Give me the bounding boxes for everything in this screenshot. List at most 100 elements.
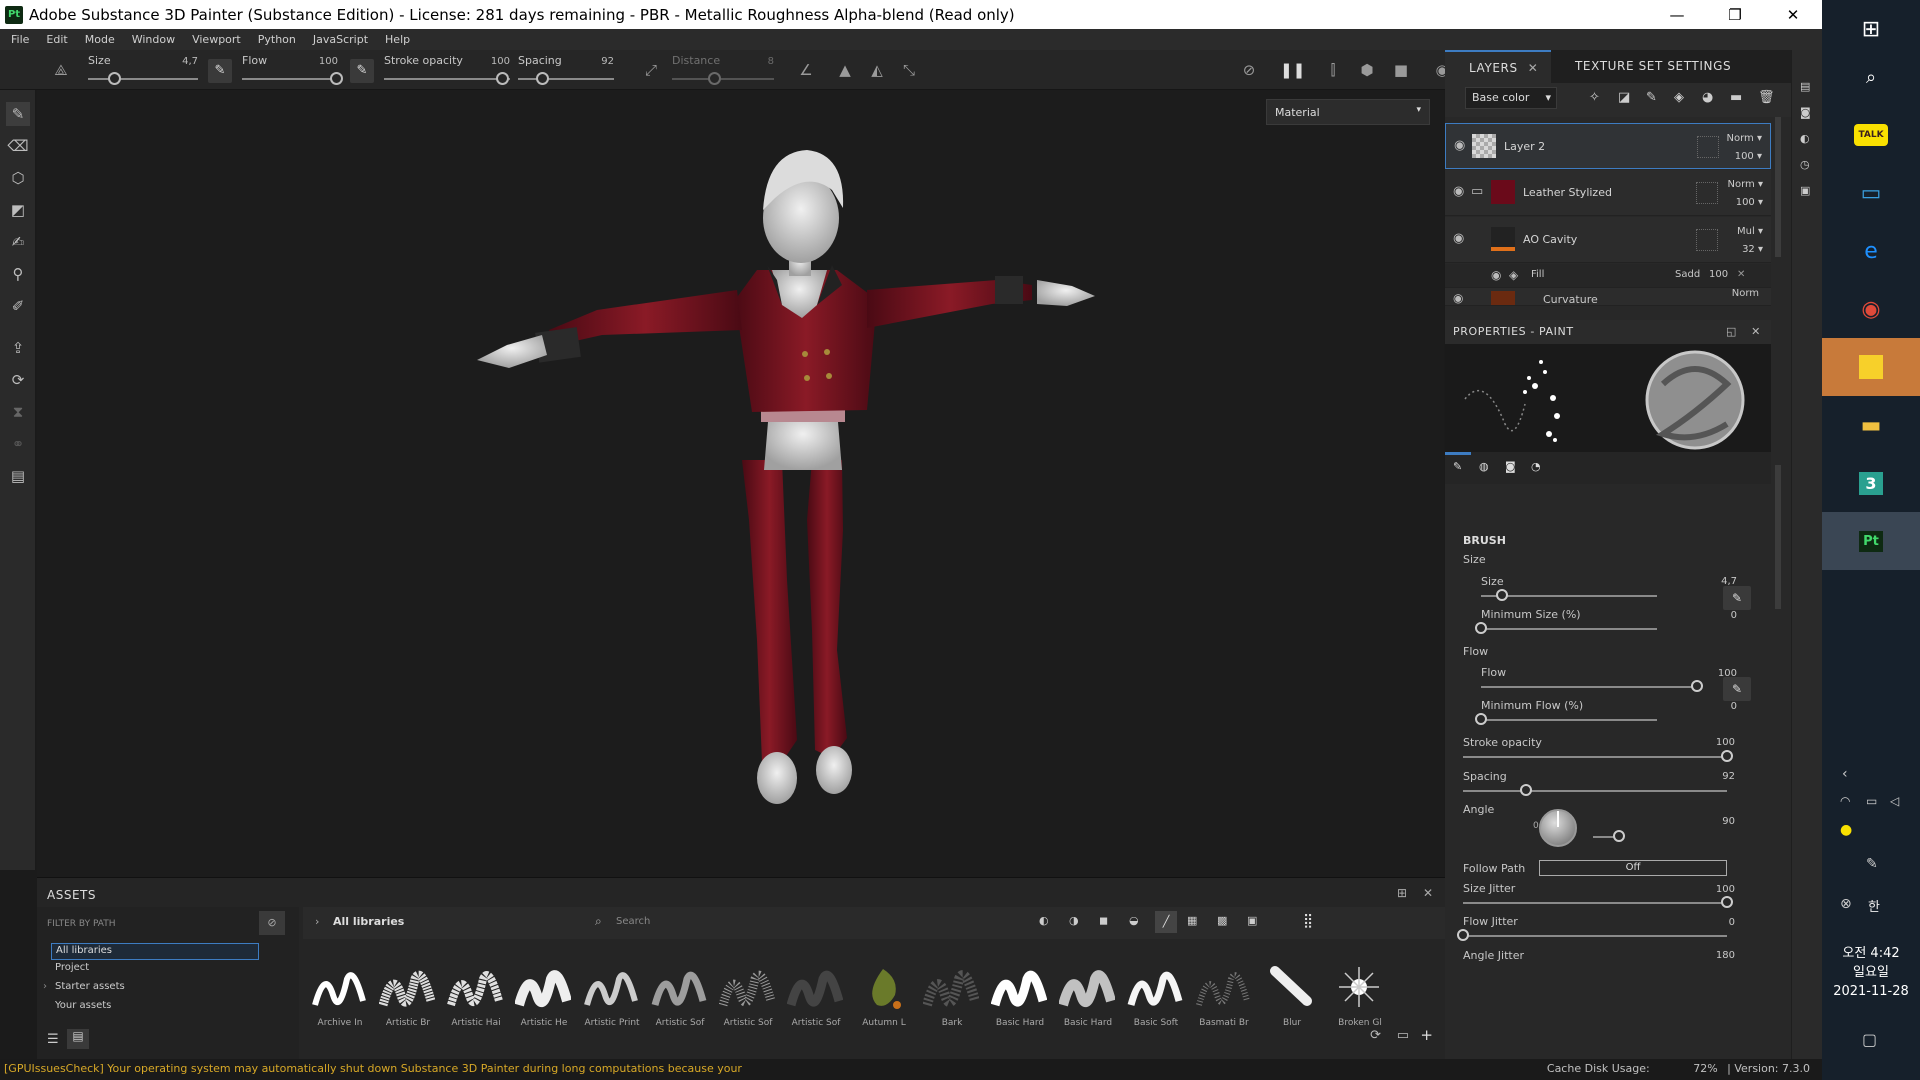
menu-javascript[interactable]: JavaScript — [306, 33, 378, 46]
slider-knob[interactable] — [1721, 896, 1733, 908]
clock[interactable]: 오전 4:42 일요일 2021-11-28 — [1822, 944, 1920, 1001]
close-icon[interactable]: ✕ — [1764, 6, 1822, 24]
material-tab-icon[interactable]: ◍ — [1479, 460, 1489, 473]
asset-thumb[interactable]: Artistic Br — [377, 962, 437, 1040]
flow-pressure-button[interactable]: ✎ — [1723, 677, 1751, 701]
asset-thumb[interactable]: Basic Hard — [1057, 962, 1117, 1040]
status-warning[interactable]: [GPUIssuesCheck] Your operating system m… — [4, 1062, 742, 1075]
measure-icon[interactable]: ⟳ — [6, 368, 30, 392]
brush-filter-icon[interactable]: ╱ — [1155, 911, 1177, 933]
add-folder-icon[interactable]: ▬ — [1730, 90, 1742, 105]
tree-view-icon[interactable]: ▤ — [67, 1029, 89, 1049]
smudge-icon[interactable]: ✍ — [6, 230, 30, 254]
refresh-icon[interactable]: ⟳ — [1370, 1028, 1381, 1043]
viewport-mode-select[interactable]: Material ▾ — [1266, 99, 1430, 125]
history-icon[interactable]: ◷ — [1800, 158, 1810, 171]
texture-filter-icon[interactable]: ▦ — [1187, 914, 1197, 927]
color-picker-icon[interactable]: ✐ — [6, 294, 30, 318]
battery-icon[interactable]: ▭ — [1866, 794, 1877, 808]
menu-file[interactable]: File — [4, 33, 39, 46]
layer-blend[interactable]: Mul ▾ 32 ▾ — [1737, 223, 1763, 259]
menu-viewport[interactable]: Viewport — [185, 33, 251, 46]
add-paint-layer-icon[interactable]: ✎ — [1646, 90, 1657, 105]
asset-thumb[interactable]: Artistic Hai — [445, 962, 505, 1040]
geometry-fill-icon[interactable]: ◩ — [6, 198, 30, 222]
close-panel-icon[interactable]: ✕ — [1423, 886, 1433, 900]
slider-knob[interactable] — [1475, 713, 1487, 725]
network-icon[interactable]: ◠ — [1840, 794, 1850, 808]
flow-pen-pressure-button[interactable]: ✎ — [350, 59, 374, 83]
layers-dock-icon[interactable]: ▤ — [1800, 80, 1810, 93]
flow-jitter-value[interactable]: 0 — [1695, 917, 1735, 928]
slider-knob[interactable] — [1457, 929, 1469, 941]
substance-painter-icon[interactable]: Pt — [1822, 512, 1920, 570]
layer-blend[interactable]: Norm ▾ 100 ▾ — [1727, 130, 1762, 166]
asset-thumb[interactable]: Basmati Br — [1193, 962, 1253, 1040]
stroke-opacity-slider[interactable] — [1463, 756, 1727, 758]
environment-filter-icon[interactable]: ▣ — [1247, 914, 1257, 927]
asset-thumb[interactable]: Bark — [921, 962, 981, 1040]
hide-filter-icon[interactable]: ⊘ — [259, 911, 285, 935]
minimize-icon[interactable]: — — [1648, 6, 1706, 24]
alpha-tab-icon[interactable]: ◔ — [1531, 460, 1541, 473]
grid-view-icon[interactable]: ⣿ — [1303, 913, 1313, 929]
symmetry-icon[interactable]: ▲ — [834, 61, 856, 79]
asset-thumb[interactable]: Artistic Print — [581, 962, 641, 1040]
asset-thumb[interactable]: Artistic He — [513, 962, 573, 1040]
asset-thumb[interactable]: Basic Hard — [989, 962, 1049, 1040]
search-input[interactable]: Search — [616, 916, 1036, 927]
tree-item-your-assets[interactable]: Your assets — [55, 1000, 111, 1011]
close-tab-icon[interactable]: ✕ — [1528, 61, 1539, 75]
angle-slider-knob[interactable] — [1613, 830, 1625, 842]
menu-python[interactable]: Python — [251, 33, 306, 46]
layer-row[interactable]: ◉ AO Cavity Mul ▾ 32 ▾ — [1445, 217, 1771, 263]
3d-viewport[interactable] — [37, 90, 1444, 877]
min-flow-slider[interactable] — [1481, 719, 1657, 721]
asset-thumb[interactable]: Archive In — [309, 962, 369, 1040]
3ds-max-icon[interactable]: 3 — [1822, 454, 1920, 512]
eye-icon[interactable]: ◉ — [1453, 291, 1463, 305]
eye-icon[interactable]: ◉ — [1454, 138, 1465, 153]
min-flow-value[interactable]: 0 — [1697, 701, 1737, 712]
alpha-filter-icon[interactable]: ▩ — [1217, 914, 1227, 927]
spacing-value[interactable]: 92 — [1695, 771, 1735, 782]
edge-icon[interactable]: e — [1822, 222, 1920, 280]
layer-row[interactable]: ◉ ▭ Leather Stylized Norm ▾ 100 ▾ — [1445, 170, 1771, 216]
angle-jitter-value[interactable]: 180 — [1695, 950, 1735, 961]
symmetry-tool-icon[interactable]: ⟁ — [50, 61, 72, 79]
float-panel-icon[interactable]: ◱ — [1726, 325, 1737, 338]
channel-select[interactable]: Base color ▾ — [1465, 87, 1557, 109]
lazy-mouse-icon[interactable]: ⤢ — [640, 61, 662, 79]
layer-blend[interactable]: Norm ▾ 100 ▾ — [1728, 176, 1763, 212]
properties-dock-icon[interactable]: ◙ — [1800, 106, 1811, 119]
slider-knob[interactable] — [1520, 784, 1533, 796]
fill-opacity[interactable]: 100 — [1709, 269, 1728, 280]
smart-material-filter-icon[interactable]: ◑ — [1069, 914, 1079, 927]
hide-icon[interactable]: ⊘ — [1238, 61, 1260, 79]
delete-icon[interactable]: 🗑 — [1758, 90, 1775, 105]
angle-icon[interactable]: ∠ — [795, 61, 817, 79]
stencil-tab-icon[interactable]: ◙ — [1505, 460, 1516, 473]
layer-row[interactable]: ◉ Layer 2 Norm ▾ 100 ▾ — [1445, 123, 1771, 169]
layer-mask-slot[interactable] — [1697, 136, 1719, 158]
fill-blend[interactable]: Sadd — [1675, 269, 1700, 280]
add-mask-icon[interactable]: ◪ — [1618, 90, 1630, 105]
layers-scrollbar[interactable] — [1775, 117, 1781, 257]
bake-icon[interactable]: ⇪ — [6, 336, 30, 360]
filter-filter-icon[interactable]: ◒ — [1129, 914, 1139, 927]
eye-icon[interactable]: ◉ — [1453, 184, 1464, 199]
search-icon[interactable]: ⌕ — [1822, 48, 1920, 106]
log-icon[interactable]: ▣ — [1800, 184, 1810, 197]
flow-slider[interactable] — [1481, 686, 1697, 688]
link-icon[interactable]: ⚭ — [6, 432, 30, 456]
tree-item-starter-assets[interactable]: Starter assets — [55, 981, 125, 992]
min-size-slider[interactable] — [1481, 628, 1657, 630]
pen-icon[interactable]: ✎ — [1866, 856, 1878, 872]
kakaotalk-icon[interactable]: TALK — [1822, 106, 1920, 164]
folder-icon[interactable]: ▭ — [1397, 1028, 1409, 1043]
asset-thumb[interactable]: Artistic Sof — [717, 962, 777, 1040]
spacing-slider[interactable] — [1463, 790, 1727, 792]
3d-cube-icon[interactable]: ⬢ — [1356, 61, 1378, 79]
paint-brush-icon[interactable]: ✎ — [6, 102, 30, 126]
maximize-icon[interactable]: ⊞ — [1397, 886, 1407, 900]
